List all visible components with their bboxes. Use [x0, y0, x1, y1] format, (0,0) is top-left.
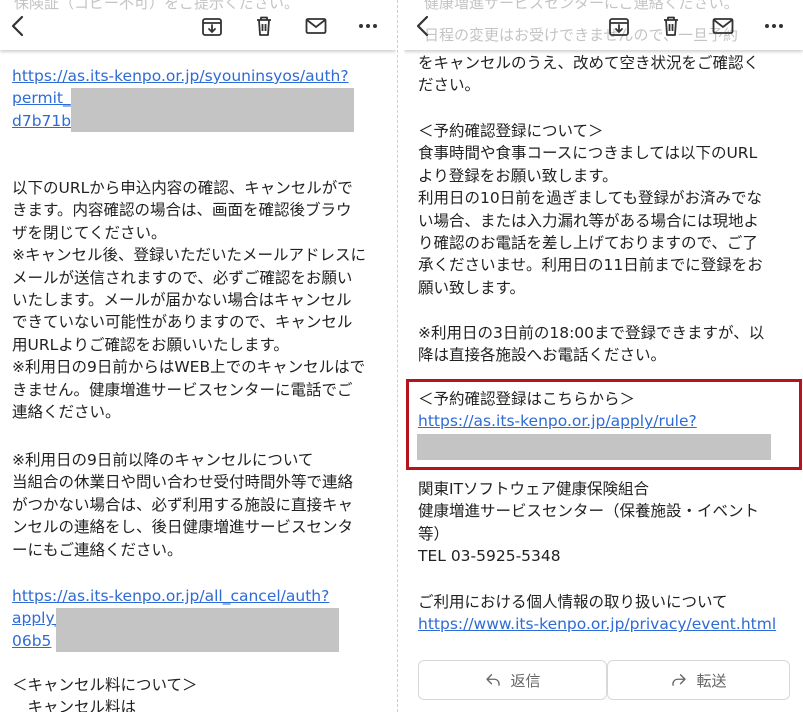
text-line: ※キャンセル後、登録いただいたメールアドレスに	[12, 246, 366, 265]
phone-number: TEL 03-5925-5348	[418, 547, 561, 566]
right-header-ghost-text: 日程の変更はお受けできませんので、一旦予約	[424, 26, 738, 44]
text-line: できていない可能性がありますので、キャンセル	[12, 313, 353, 332]
org-name: 関東ITソフトウェア健康保険組合	[418, 480, 650, 498]
trash-icon[interactable]	[658, 13, 684, 39]
text-line: い場合、または入力漏れ等がある場合には現地よ	[418, 211, 760, 230]
text-line: ンセルの連絡をし、後日健康増進サービスセンタ	[12, 518, 354, 537]
text-line: きません。健康増進サービスセンターに電話でご	[12, 380, 353, 399]
left-email-pane: 保険証（コピー不可）をご提示ください。 https://as.its-kenpo…	[0, 0, 396, 712]
text-line: 当組合の休業日や問い合わせ受付時間外等で連絡	[12, 473, 354, 492]
archive-icon[interactable]	[606, 13, 632, 39]
mail-icon[interactable]	[710, 13, 736, 39]
text-line: がつかない場合は、必ず利用する施設に直接キャ	[12, 495, 354, 514]
deadline-info: ※利用日の3日前の18:00まで登録できますが、以 降は直接各施設へお電話くださ…	[418, 322, 791, 367]
reply-button[interactable]: 返信	[418, 660, 607, 700]
right-header-ghost-text: 健康増進サービスセンターにご連絡ください。	[424, 0, 739, 12]
register-link[interactable]: https://as.its-kenpo.or.jp/apply/rule?	[418, 410, 791, 432]
left-toolbar: 保険証（コピー不可）をご提示ください。	[0, 0, 396, 50]
more-icon[interactable]	[355, 13, 381, 39]
text-line: ＜予約確認登録について＞	[418, 122, 604, 140]
trash-icon[interactable]	[251, 13, 277, 39]
left-late-cancel-info: ※利用日の9日前以降のキャンセルについて 当組合の休業日や問い合わせ受付時間外等…	[12, 449, 384, 561]
text-line: 願い致します。	[418, 278, 525, 297]
text-line: ザを閉じてください。	[12, 223, 167, 242]
text-line: 用URLよりご確認をお願いいたします。	[12, 335, 289, 354]
left-fee-section: ＜キャンセル料について＞ キャンセル料は	[12, 674, 384, 712]
reservation-info: ＜予約確認登録について＞ 食事時間や食事コースにつきましては以下のURL より登…	[418, 120, 791, 299]
text-line: キャンセル料は	[12, 698, 137, 712]
text-line: メールが送信されますので、必ずご確認をお願い	[12, 268, 353, 287]
text-line: をキャンセルのうえ、改めて空き状況をご確認く	[418, 54, 760, 72]
register-title: ＜予約確認登録はこちらから＞	[418, 390, 636, 408]
reply-icon	[486, 674, 501, 686]
text-line: ーにもご連絡ください。	[12, 540, 183, 559]
text-line: 承くださいませ。利用日の11日前までに登録をお	[418, 256, 763, 275]
text-line: 健康増進サービスセンター（保養施設・イベント	[418, 502, 760, 521]
text-line: 降は直接各施設へお電話ください。	[418, 346, 667, 365]
back-icon[interactable]	[6, 13, 32, 39]
text-line: いたします。メールが届かない場合はキャンセル	[12, 291, 352, 310]
privacy-title: ご利用における個人情報の取り扱いについて	[418, 593, 728, 611]
right-toolbar: 健康増進サービスセンターにご連絡ください。 日程の変更はお受けできませんので、一…	[404, 0, 803, 50]
right-email-pane: 健康増進サービスセンターにご連絡ください。 日程の変更はお受けできませんので、一…	[404, 0, 803, 712]
text-line: 等）	[418, 524, 450, 543]
mail-icon[interactable]	[303, 13, 329, 39]
forward-button[interactable]: 転送	[607, 660, 790, 700]
auth-link-line[interactable]: https://as.its-kenpo.or.jp/syouninsyos/a…	[12, 65, 384, 87]
text-line: り確認のお電話を差し上げておりますので、ご了	[418, 234, 758, 253]
text-line: ※利用日の9日前からはWEB上でのキャンセルはで	[12, 358, 366, 377]
back-icon[interactable]	[411, 13, 437, 39]
text-line: 利用日の10日前を過ぎましても登録がお済みでな	[418, 189, 762, 208]
privacy-link[interactable]: https://www.its-kenpo.or.jp/privacy/even…	[418, 613, 791, 635]
text-line: ※利用日の9日前以降のキャンセルについて	[12, 451, 314, 469]
redacted-block	[56, 608, 339, 652]
redacted-block	[417, 434, 771, 460]
forward-icon	[672, 674, 687, 686]
archive-icon[interactable]	[199, 13, 225, 39]
reply-label: 返信	[510, 671, 541, 690]
text-line: ※利用日の3日前の18:00まで登録できますが、以	[418, 324, 765, 342]
left-cancel-info: 以下のURLから申込内容の確認、キャンセルがで きます。内容確認の場合は、画面を…	[12, 177, 384, 423]
text-line: 食事時間や食事コースにつきましては以下のURL	[418, 144, 758, 163]
text-line: ＜キャンセル料について＞	[12, 676, 198, 694]
right-top-text: をキャンセルのうえ、改めて空き状況をご確認く ださい。	[418, 52, 791, 97]
left-header-ghost-text: 保険証（コピー不可）をご提示ください。	[14, 0, 300, 12]
text-line: きます。内容確認の場合は、画面を確認後ブラウ	[12, 201, 352, 220]
forward-label: 転送	[696, 671, 727, 690]
text-line: より登録をお願い致します。	[418, 166, 618, 185]
privacy-section: ご利用における個人情報の取り扱いについて https://www.its-ken…	[418, 591, 791, 636]
org-info: 関東ITソフトウェア健康保険組合 健康増進サービスセンター（保養施設・イベント …	[418, 478, 791, 568]
redacted-block	[71, 88, 354, 132]
more-icon[interactable]	[761, 13, 787, 39]
text-line: 連絡ください。	[12, 403, 121, 422]
text-line: ださい。	[418, 76, 481, 95]
register-section: ＜予約確認登録はこちらから＞ https://as.its-kenpo.or.j…	[418, 388, 791, 433]
cancel-link-line[interactable]: https://as.its-kenpo.or.jp/all_cancel/au…	[12, 585, 384, 607]
text-line: 以下のURLから申込内容の確認、キャンセルがで	[12, 179, 353, 197]
